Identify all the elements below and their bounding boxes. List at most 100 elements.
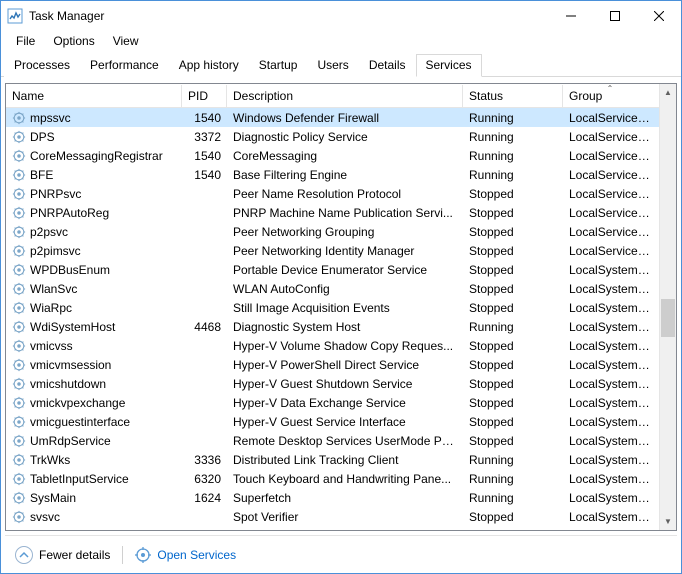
- service-name: p2pimsvc: [30, 244, 81, 258]
- cell-name: vmicvmsession: [6, 357, 182, 373]
- tab-performance[interactable]: Performance: [80, 54, 169, 77]
- footer-separator: [122, 546, 123, 564]
- service-name: vmicshutdown: [30, 377, 106, 391]
- scroll-track[interactable]: [660, 101, 676, 513]
- table-row[interactable]: UmRdpServiceRemote Desktop Services User…: [6, 431, 659, 450]
- cell-description: Distributed Link Tracking Client: [227, 452, 463, 468]
- tab-details[interactable]: Details: [359, 54, 416, 77]
- table-row[interactable]: p2pimsvcPeer Networking Identity Manager…: [6, 241, 659, 260]
- fewer-details-button[interactable]: Fewer details: [15, 546, 110, 564]
- cell-status: Stopped: [463, 300, 563, 316]
- maximize-button[interactable]: [593, 1, 637, 31]
- cell-group: LocalSystemN...: [563, 509, 657, 525]
- cell-name: SysMain: [6, 490, 182, 506]
- table-row[interactable]: WPDBusEnumPortable Device Enumerator Ser…: [6, 260, 659, 279]
- cell-description: CoreMessaging: [227, 148, 463, 164]
- cell-name: WiaRpc: [6, 300, 182, 316]
- tab-services[interactable]: Services: [416, 54, 482, 77]
- table-row[interactable]: vmicguestinterfaceHyper-V Guest Service …: [6, 412, 659, 431]
- cell-group: LocalServiceP...: [563, 224, 657, 240]
- tab-users[interactable]: Users: [307, 54, 358, 77]
- cell-name: p2pimsvc: [6, 243, 182, 259]
- minimize-button[interactable]: [549, 1, 593, 31]
- cell-status: Stopped: [463, 376, 563, 392]
- service-name: TrkWks: [30, 453, 70, 467]
- menu-options[interactable]: Options: [45, 33, 102, 49]
- window-controls: [549, 1, 681, 31]
- service-name: DPS: [30, 130, 55, 144]
- cell-group: LocalSystemN...: [563, 395, 657, 411]
- cell-status: Running: [463, 110, 563, 126]
- table-row[interactable]: mpssvc1540Windows Defender FirewallRunni…: [6, 108, 659, 127]
- header-description[interactable]: Description: [227, 85, 463, 107]
- cell-status: Running: [463, 490, 563, 506]
- header-name[interactable]: Name: [6, 85, 182, 107]
- header-pid[interactable]: PID: [182, 85, 227, 107]
- gear-icon: [12, 358, 26, 372]
- cell-pid: [182, 402, 227, 404]
- gear-icon: [12, 130, 26, 144]
- task-manager-window: Task Manager File Options View Processes…: [0, 0, 682, 574]
- gear-icon: [12, 187, 26, 201]
- gear-icon: [12, 149, 26, 163]
- gear-icon: [12, 111, 26, 125]
- table-row[interactable]: WiaRpcStill Image Acquisition EventsStop…: [6, 298, 659, 317]
- service-name: WlanSvc: [30, 282, 77, 296]
- tab-processes[interactable]: Processes: [4, 54, 80, 77]
- cell-name: mpssvc: [6, 110, 182, 126]
- table-row[interactable]: DPS3372Diagnostic Policy ServiceRunningL…: [6, 127, 659, 146]
- header-group[interactable]: ⌃ Group: [563, 85, 657, 107]
- cell-name: UmRdpService: [6, 433, 182, 449]
- table-row[interactable]: BFE1540Base Filtering EngineRunningLocal…: [6, 165, 659, 184]
- cell-description: Hyper-V Data Exchange Service: [227, 395, 463, 411]
- table-row[interactable]: p2psvcPeer Networking GroupingStoppedLoc…: [6, 222, 659, 241]
- titlebar[interactable]: Task Manager: [1, 1, 681, 31]
- table-row[interactable]: vmicshutdownHyper-V Guest Shutdown Servi…: [6, 374, 659, 393]
- cell-group: LocalServiceP...: [563, 205, 657, 221]
- cell-status: Stopped: [463, 186, 563, 202]
- service-name: mpssvc: [30, 111, 71, 125]
- tab-startup[interactable]: Startup: [249, 54, 308, 77]
- menu-view[interactable]: View: [105, 33, 147, 49]
- table-row[interactable]: WlanSvcWLAN AutoConfigStoppedLocalSystem…: [6, 279, 659, 298]
- cell-status: Stopped: [463, 281, 563, 297]
- cell-description: Touch Keyboard and Handwriting Pane...: [227, 471, 463, 487]
- tab-app-history[interactable]: App history: [169, 54, 249, 77]
- menu-file[interactable]: File: [8, 33, 43, 49]
- open-services-button[interactable]: Open Services: [135, 547, 236, 563]
- table-row[interactable]: PNRPAutoRegPNRP Machine Name Publication…: [6, 203, 659, 222]
- scroll-down-button[interactable]: ▼: [660, 513, 676, 530]
- cell-name: WPDBusEnum: [6, 262, 182, 278]
- gear-icon: [12, 472, 26, 486]
- cell-pid: 1624: [182, 490, 227, 506]
- cell-pid: [182, 212, 227, 214]
- cell-pid: [182, 440, 227, 442]
- header-group-label: Group: [569, 89, 602, 103]
- table-row[interactable]: PNRPsvcPeer Name Resolution ProtocolStop…: [6, 184, 659, 203]
- close-button[interactable]: [637, 1, 681, 31]
- cell-pid: [182, 231, 227, 233]
- service-name: vmickvpexchange: [30, 396, 125, 410]
- cell-pid: 4468: [182, 319, 227, 335]
- table-row[interactable]: CoreMessagingRegistrar1540CoreMessagingR…: [6, 146, 659, 165]
- table-row[interactable]: TabletInputService6320Touch Keyboard and…: [6, 469, 659, 488]
- table-row[interactable]: vmickvpexchange Hyper-V Data Exchange Ser…: [6, 393, 659, 412]
- table-row[interactable]: SysMain1624SuperfetchRunningLocalSystemN…: [6, 488, 659, 507]
- cell-description: Peer Name Resolution Protocol: [227, 186, 463, 202]
- cell-pid: 1540: [182, 148, 227, 164]
- table-row[interactable]: vmicvmsessionHyper-V PowerShell Direct S…: [6, 355, 659, 374]
- table-row[interactable]: vmicvssHyper-V Volume Shadow Copy Reques…: [6, 336, 659, 355]
- header-status[interactable]: Status: [463, 85, 563, 107]
- table-row[interactable]: WdiSystemHost4468Diagnostic System HostR…: [6, 317, 659, 336]
- vertical-scrollbar[interactable]: ▲ ▼: [659, 84, 676, 530]
- table-row[interactable]: TrkWks3336Distributed Link Tracking Clie…: [6, 450, 659, 469]
- gear-icon: [12, 301, 26, 315]
- cell-description: Hyper-V Volume Shadow Copy Reques...: [227, 338, 463, 354]
- scroll-up-button[interactable]: ▲: [660, 84, 676, 101]
- gear-icon: [12, 206, 26, 220]
- cell-pid: [182, 421, 227, 423]
- scroll-thumb[interactable]: [661, 299, 675, 337]
- open-services-label: Open Services: [157, 548, 236, 562]
- table-row[interactable]: svsvcSpot VerifierStoppedLocalSystemN...: [6, 507, 659, 526]
- cell-pid: 1540: [182, 110, 227, 126]
